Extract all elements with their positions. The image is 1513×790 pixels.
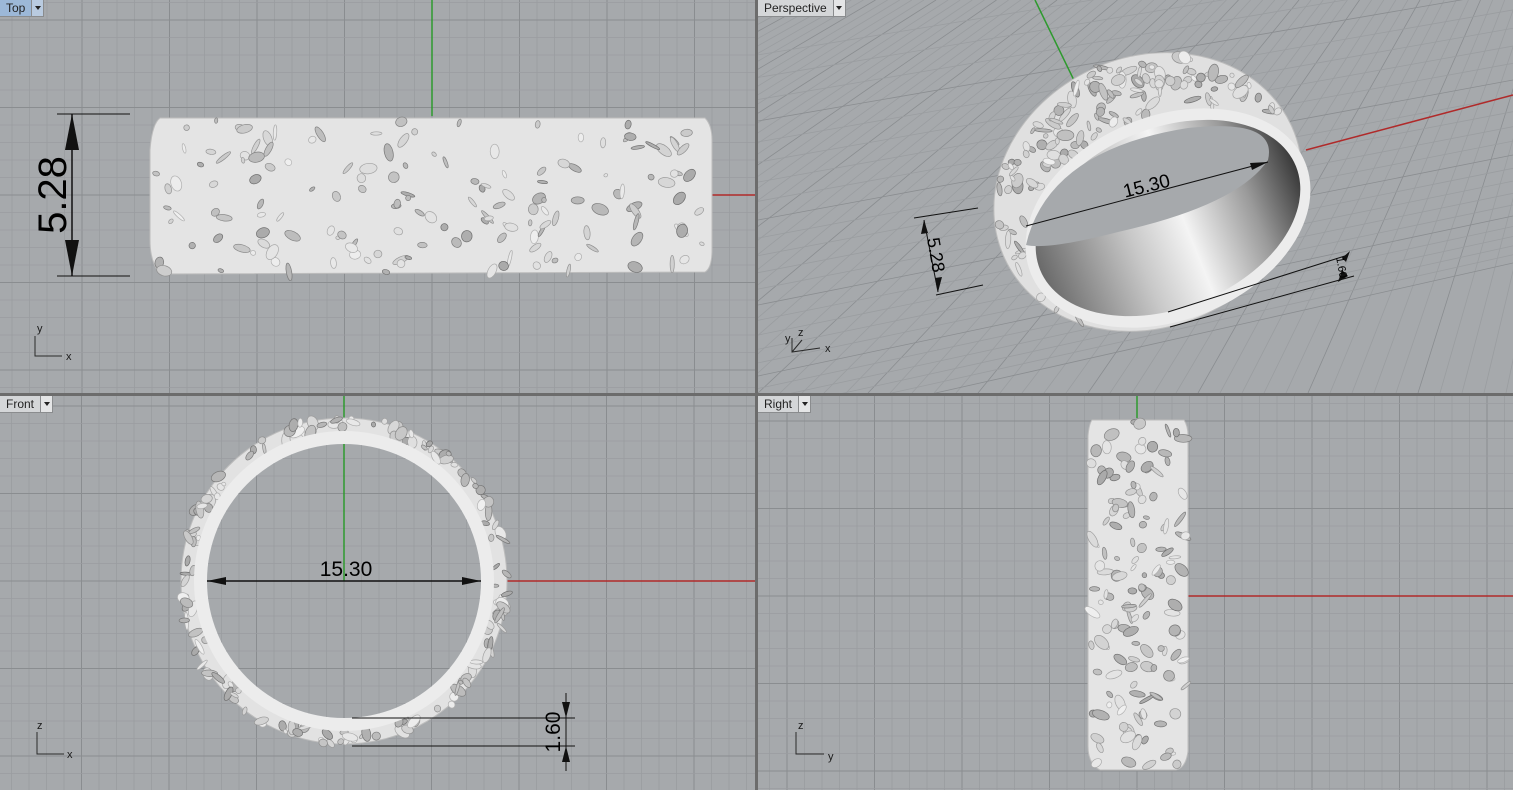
viewport-label: Front [6,397,35,411]
viewport-tab-top[interactable]: Top [0,0,45,17]
dim-arrow-icon [65,114,79,150]
axis-label-x: x [67,749,73,761]
viewport-label: Right [764,397,793,411]
axis-widget [36,732,64,755]
top-canvas: 5.28 y x [0,0,755,393]
viewport-label: Perspective [764,1,827,15]
surface-bump [469,659,484,665]
viewport-perspective[interactable]: Perspective 15.30 5.28 1.60 y z x [758,0,1513,393]
surface-bump [488,533,495,542]
dropdown-arrow-icon[interactable] [832,0,845,16]
viewport-tab-front[interactable]: Front [0,396,54,413]
axis-label-z: z [798,327,804,339]
axis-widget [34,336,62,357]
dimension-inner-diameter: 15.30 [320,558,373,581]
surface-bump [297,417,303,428]
surface-bump [600,137,607,149]
surface-bump [489,143,500,159]
surface-bump [1127,587,1138,595]
viewport-tab-perspective[interactable]: Perspective [758,0,846,17]
surface-bump [1131,641,1141,646]
dimension-thickness-persp: 1.60 [1333,256,1349,279]
viewport-top[interactable]: Top 5.28 y x [0,0,755,393]
surface-bump [541,197,547,203]
front-canvas: 15.30 1.60 z x [0,396,755,790]
surface-bump [178,617,190,624]
axis-label-z: z [798,720,804,732]
viewport-right[interactable]: Right z y [758,396,1513,790]
surface-bump [1154,720,1167,728]
surface-bump [1054,137,1060,145]
surface-bump [1056,129,1075,141]
axis-widget [795,732,824,755]
surface-bump [570,196,585,205]
perspective-canvas: 15.30 5.28 1.60 y z x [758,0,1513,393]
surface-bump [528,219,533,227]
dimension-width-persp: 5.28 [923,236,949,274]
ring-band [149,117,713,275]
surface-bump [528,203,539,216]
axis-label-x: x [66,351,72,363]
dim-ext-line [935,284,984,296]
axis-label-x: x [825,343,831,355]
surface-bump [1089,586,1101,592]
axis-label-y: y [37,323,43,335]
viewport-tab-right[interactable]: Right [758,396,812,413]
viewport-front[interactable]: Front 15.30 1.60 z x [0,396,755,790]
surface-bump [1148,64,1156,70]
axis-label-y: y [828,751,834,763]
surface-bump [417,242,428,249]
dropdown-arrow-icon[interactable] [31,0,44,16]
axis-label-y: y [785,333,791,345]
right-canvas: z y [758,396,1513,790]
dropdown-arrow-icon[interactable] [798,396,811,412]
axis-label-z: z [37,720,43,732]
surface-bump [450,462,459,468]
viewport-label: Top [6,1,26,15]
surface-bump [373,249,383,259]
surface-bump [669,254,675,274]
surface-bump [1101,440,1112,455]
surface-bump [370,131,383,136]
surface-bump [1013,158,1022,166]
surface-bump [1172,427,1180,438]
surface-bump [1165,559,1176,565]
dimension-thickness: 1.60 [542,712,565,753]
surface-bump [1141,572,1148,579]
dropdown-arrow-icon[interactable] [40,396,53,412]
surface-bump [577,132,584,143]
axis-widget [791,338,821,353]
surface-bump [214,117,219,124]
dimension-width: 5.28 [31,156,75,234]
dim-arrow-icon [921,220,928,234]
surface-bump [1165,575,1176,585]
surface-bump [1157,645,1165,652]
dim-arrow-icon [65,240,79,276]
x-axis-line [1305,94,1513,151]
